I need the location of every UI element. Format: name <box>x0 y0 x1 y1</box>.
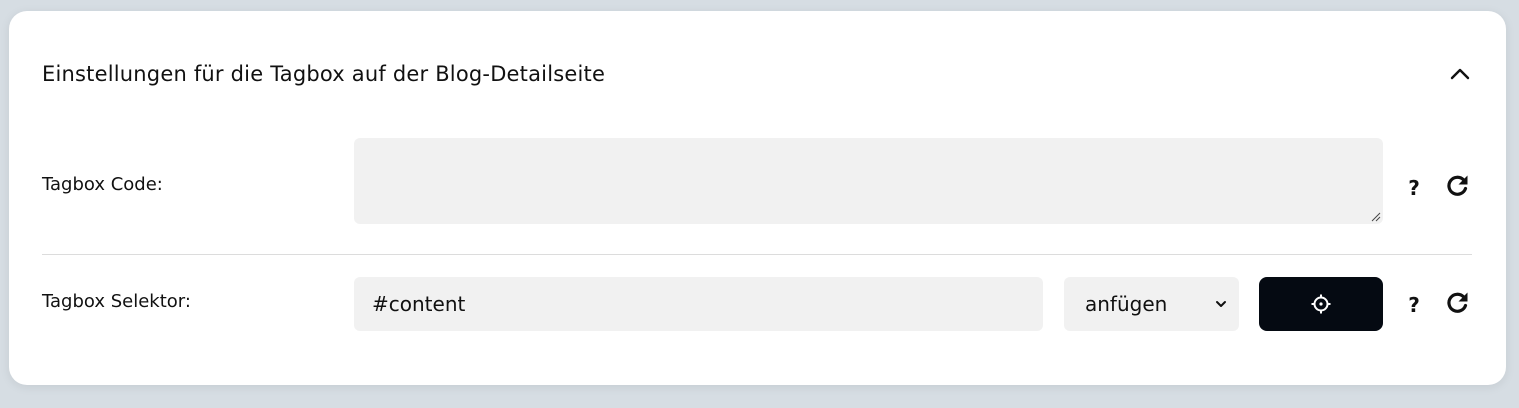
insert-mode-select[interactable]: anfügen <box>1064 277 1239 331</box>
redo-icon[interactable] <box>1445 290 1471 316</box>
tagbox-selector-help[interactable]: ? <box>1406 293 1422 317</box>
tagbox-selector-label: Tagbox Selektor: <box>42 291 191 312</box>
settings-panel: Einstellungen für die Tagbox auf der Blo… <box>9 11 1506 385</box>
crosshair-icon <box>1311 294 1331 314</box>
element-picker-button[interactable] <box>1259 277 1383 331</box>
tagbox-code-label: Tagbox Code: <box>42 174 163 195</box>
insert-mode-value: anfügen <box>1085 292 1168 316</box>
chevron-down-icon <box>1216 301 1226 307</box>
panel-title: Einstellungen für die Tagbox auf der Blo… <box>42 62 606 86</box>
tagbox-code-help[interactable]: ? <box>1406 176 1422 200</box>
chevron-up-icon[interactable] <box>1447 61 1473 87</box>
panel-header[interactable]: Einstellungen für die Tagbox auf der Blo… <box>42 59 1473 89</box>
tagbox-code-textarea[interactable] <box>354 138 1383 224</box>
resize-handle-icon[interactable] <box>1371 212 1381 222</box>
redo-icon[interactable] <box>1445 173 1471 199</box>
row-divider <box>42 254 1472 255</box>
tagbox-selector-input[interactable] <box>354 277 1043 331</box>
